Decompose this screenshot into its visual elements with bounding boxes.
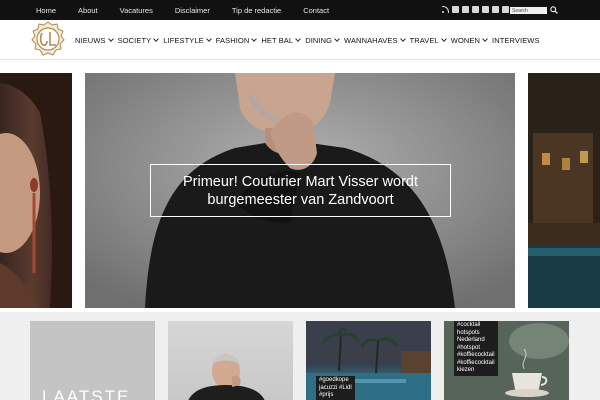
chevron-down-icon bbox=[334, 35, 340, 42]
youtube-icon[interactable] bbox=[492, 6, 499, 13]
chevron-down-icon bbox=[295, 35, 302, 42]
rss-icon[interactable] bbox=[442, 6, 449, 13]
facebook-icon[interactable] bbox=[452, 6, 459, 13]
man-portrait-image bbox=[188, 354, 265, 400]
nav-label: TRAVEL bbox=[409, 35, 439, 45]
top-links: Home About Vacatures Disclaimer Tip de r… bbox=[36, 0, 351, 20]
resort-night-image bbox=[528, 73, 600, 308]
vimeo-icon[interactable] bbox=[482, 6, 489, 13]
chevron-down-icon bbox=[205, 35, 212, 42]
chevron-down-icon bbox=[399, 35, 406, 42]
top-link-vacatures[interactable]: Vacatures bbox=[120, 6, 153, 15]
nav-label: FASHION bbox=[215, 35, 250, 45]
chevron-down-icon bbox=[251, 35, 258, 42]
tag[interactable]: #koffiecocktail bbox=[457, 352, 495, 360]
tag[interactable]: #goedkope bbox=[319, 377, 352, 385]
tag-list: #goedkope jacuzzi #Lidl #prijs bbox=[316, 376, 355, 400]
tag[interactable]: kiezen bbox=[457, 367, 495, 375]
main-nav: NIEUWS SOCIETY LIFESTYLE FASHION HET BAL… bbox=[75, 20, 545, 60]
tag[interactable]: hotspots bbox=[457, 330, 495, 338]
nav-label: WANNAHAVES bbox=[344, 35, 398, 45]
chevron-down-icon bbox=[440, 35, 447, 42]
nav-label: DINING bbox=[305, 35, 333, 45]
tag-list: #cocktail hotspots Nederland #hotspot #k… bbox=[454, 321, 498, 376]
nav-item-wonen[interactable]: WONEN bbox=[450, 35, 488, 45]
nav-item-interviews[interactable]: INTERVIEWS bbox=[492, 36, 540, 45]
tag[interactable]: #cocktail bbox=[457, 322, 495, 330]
nav-item-travel[interactable]: TRAVEL bbox=[409, 35, 447, 45]
latest-card[interactable]: LAATSTE bbox=[30, 321, 155, 400]
hero-title[interactable]: Primeur! Couturier Mart Visser wordt bur… bbox=[151, 173, 450, 209]
nav-item-society[interactable]: SOCIETY bbox=[117, 35, 160, 45]
top-link-disclaimer[interactable]: Disclaimer bbox=[175, 6, 210, 15]
latest-label: LAATSTE bbox=[42, 387, 131, 400]
hero-caption[interactable]: Primeur! Couturier Mart Visser wordt bur… bbox=[150, 164, 451, 217]
tag[interactable]: jacuzzi #Lidl bbox=[319, 385, 352, 393]
nav-item-nieuws[interactable]: NIEUWS bbox=[75, 35, 114, 45]
social-icons bbox=[442, 6, 509, 13]
woman-portrait-image bbox=[0, 73, 72, 308]
nav-item-lifestyle[interactable]: LIFESTYLE bbox=[163, 35, 212, 45]
chevron-down-icon bbox=[482, 35, 488, 42]
nav-label: SOCIETY bbox=[117, 35, 152, 45]
top-bar: Home About Vacatures Disclaimer Tip de r… bbox=[0, 0, 600, 20]
slide-next-image[interactable] bbox=[528, 73, 600, 308]
pinterest-icon[interactable] bbox=[502, 6, 509, 13]
article-card-cocktail[interactable]: #cocktail hotspots Nederland #hotspot #k… bbox=[444, 321, 569, 400]
tag[interactable]: Nederland bbox=[457, 337, 495, 345]
article-card-man[interactable] bbox=[168, 321, 293, 400]
nav-label: HET BAL bbox=[261, 35, 294, 45]
nav-label: NIEUWS bbox=[75, 35, 106, 45]
nav-item-wannahaves[interactable]: WANNAHAVES bbox=[344, 35, 406, 45]
nav-label: INTERVIEWS bbox=[492, 35, 540, 45]
article-card-jacuzzi[interactable]: #goedkope jacuzzi #Lidl #prijs bbox=[306, 321, 431, 400]
twitter-icon[interactable] bbox=[462, 6, 469, 13]
top-link-contact[interactable]: Contact bbox=[303, 6, 329, 15]
search-icon[interactable] bbox=[550, 6, 558, 14]
site-logo[interactable] bbox=[31, 21, 65, 58]
tag[interactable]: #prijs bbox=[319, 392, 352, 400]
nav-label: LIFESTYLE bbox=[163, 35, 204, 45]
tag[interactable]: #koffiecocktail bbox=[457, 360, 495, 368]
instagram-icon[interactable] bbox=[472, 6, 479, 13]
top-link-home[interactable]: Home bbox=[36, 6, 56, 15]
nav-item-dining[interactable]: DINING bbox=[305, 35, 340, 45]
top-link-about[interactable]: About bbox=[78, 6, 98, 15]
chevron-down-icon bbox=[153, 35, 160, 42]
hero-slide[interactable]: Primeur! Couturier Mart Visser wordt bur… bbox=[85, 73, 515, 308]
article-cards: LAATSTE #goedkope jacuzzi #Lidl #prijs #… bbox=[0, 312, 600, 400]
nav-item-het-bal[interactable]: HET BAL bbox=[261, 35, 302, 45]
hero-slider: Primeur! Couturier Mart Visser wordt bur… bbox=[0, 60, 600, 312]
chevron-down-icon bbox=[107, 35, 114, 42]
top-link-tip[interactable]: Tip de redactie bbox=[232, 6, 281, 15]
site-header: NIEUWS SOCIETY LIFESTYLE FASHION HET BAL… bbox=[0, 20, 600, 60]
slide-prev-image[interactable] bbox=[0, 73, 72, 308]
search-input[interactable] bbox=[510, 7, 547, 14]
nav-label: WONEN bbox=[450, 35, 481, 45]
tag[interactable]: #hotspot bbox=[457, 345, 495, 353]
nav-item-fashion[interactable]: FASHION bbox=[215, 35, 258, 45]
